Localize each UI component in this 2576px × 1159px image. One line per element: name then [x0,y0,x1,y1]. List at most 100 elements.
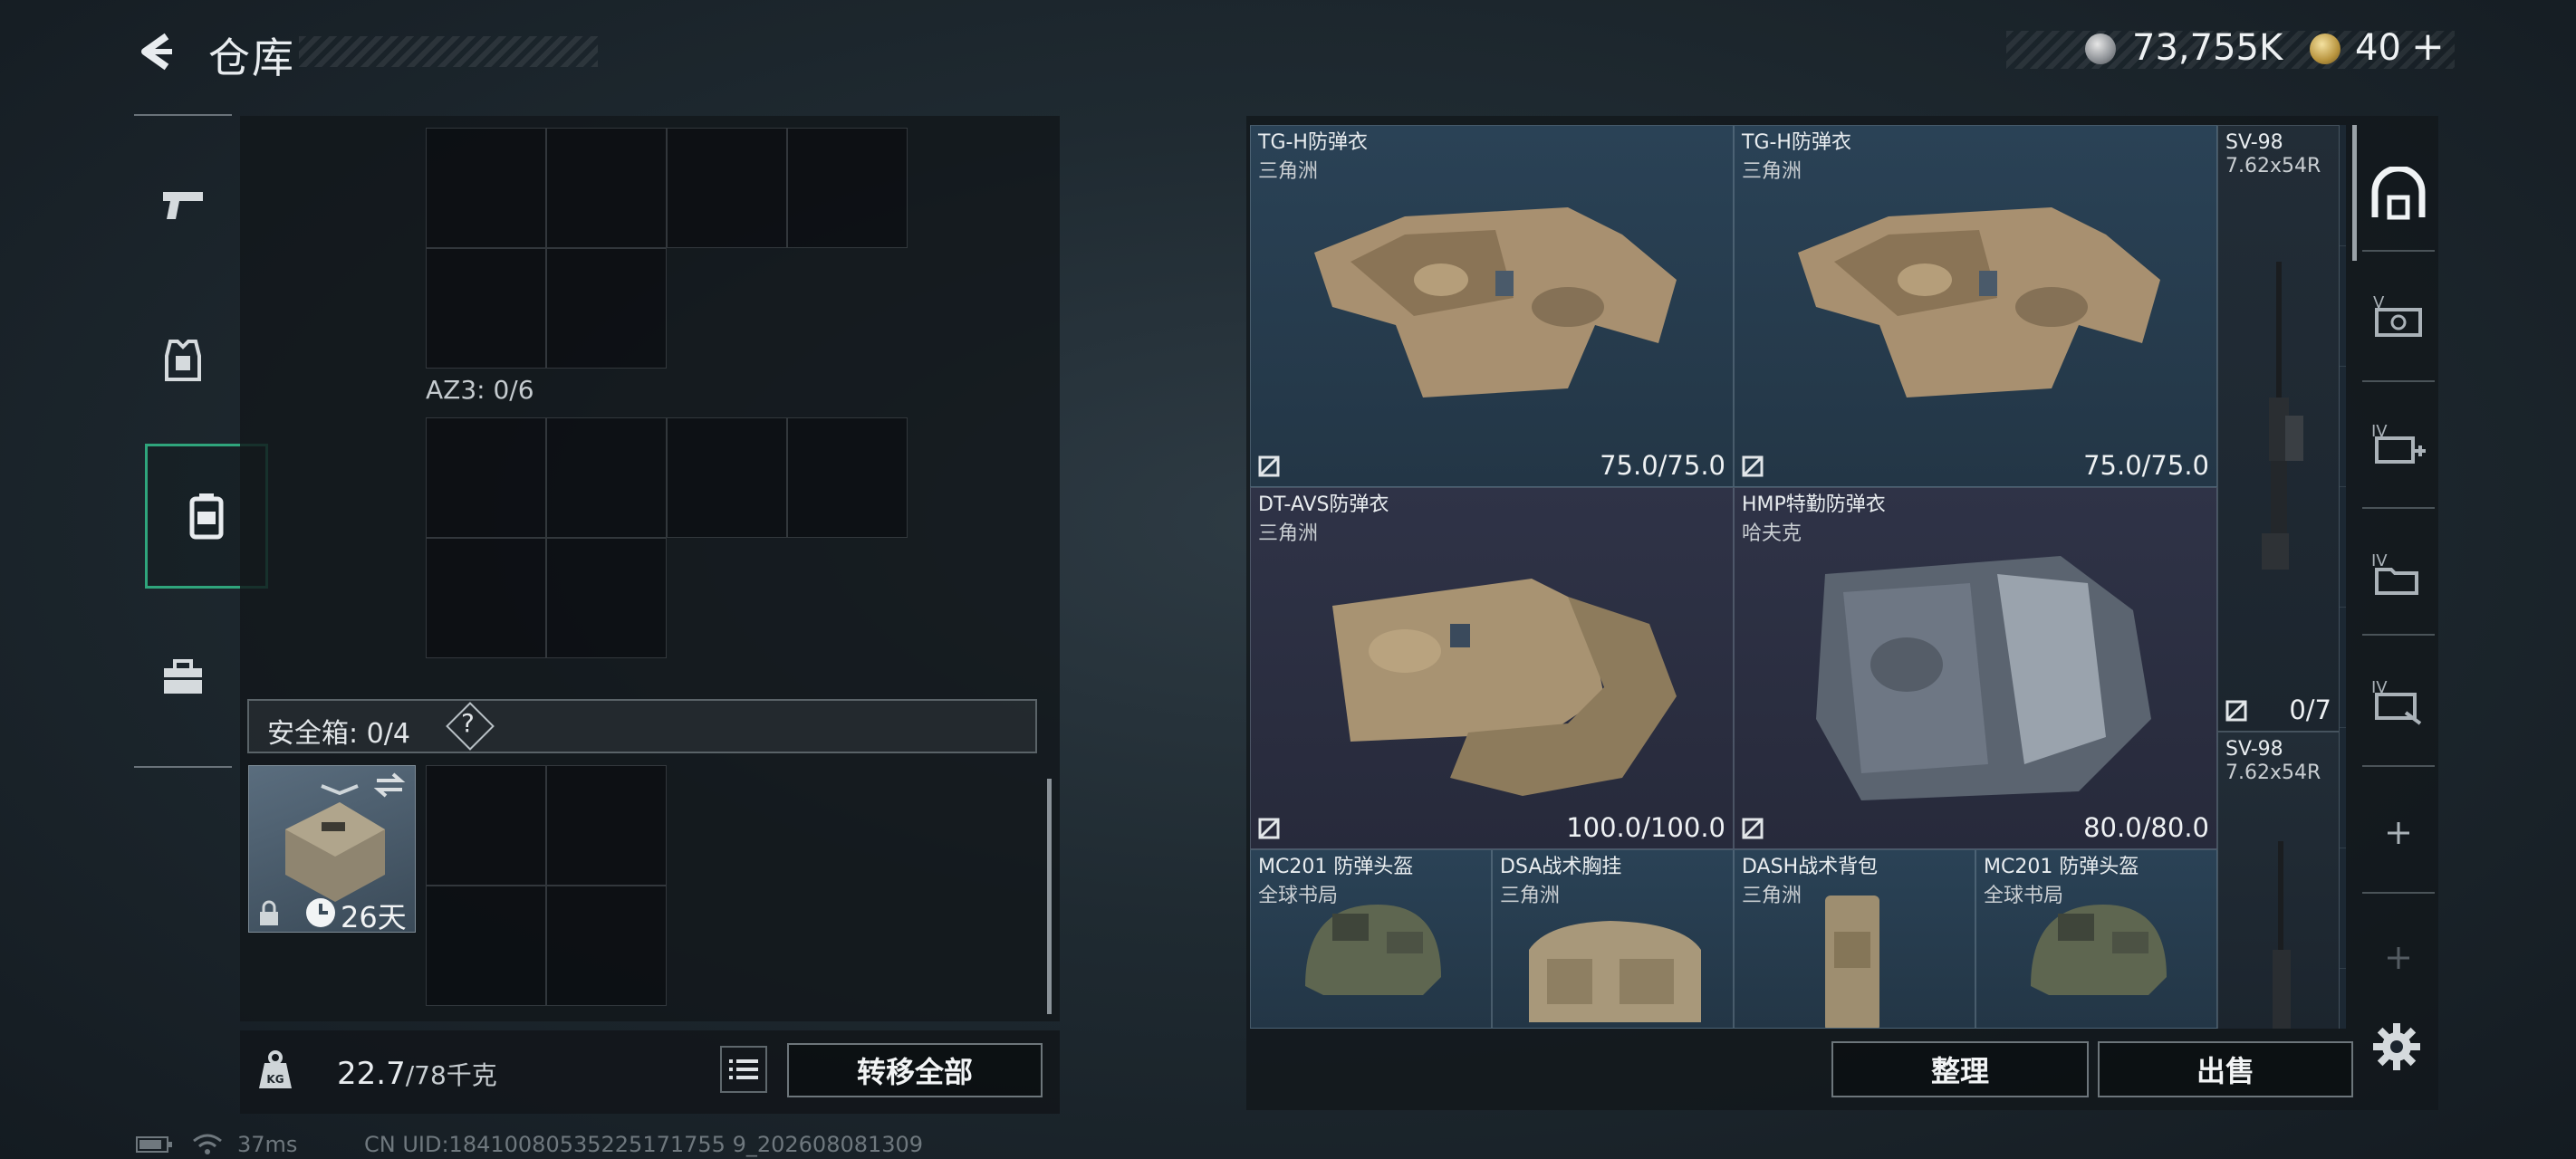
chest-rig-image [1529,921,1701,1022]
stash-item-mc201-helmet-2[interactable]: MC201 防弹头盔 全球书局 [1975,849,2217,1029]
stash-item-mc201-helmet-1[interactable]: MC201 防弹头盔 全球书局 [1250,849,1492,1029]
grid-slot[interactable] [546,128,667,248]
stash-item-hmp-vest[interactable]: HMP特勤防弹衣 哈夫克 80.0/80.0 [1734,487,2217,849]
grid-slot[interactable] [426,538,546,658]
grid-slot[interactable] [426,128,546,248]
grid-slot[interactable] [426,417,546,538]
item-caliber: 7.62x54R [2225,761,2321,784]
safe-case-remaining-days: 26天 [341,900,407,934]
grid-slot[interactable] [546,886,667,1006]
title-decoration [299,36,598,67]
add-stash-tab[interactable] [2362,781,2435,885]
plus-icon [2388,946,2409,969]
sort-button[interactable]: 整理 [1831,1041,2089,1097]
grid-slot[interactable] [546,248,667,369]
item-brand: 哈夫克 [1742,522,1802,545]
item-brand: 三角洲 [1258,160,1319,183]
item-name: DT-AVS防弹衣 [1258,493,1389,516]
item-brand: 全球书局 [1258,885,1339,907]
item-name: TG-H防弹衣 [1258,131,1368,154]
tab-stash-iv-folder[interactable]: IV [2362,521,2435,625]
pistol-icon [163,192,203,219]
stash-item-sv98-1[interactable]: SV-98 7.62x54R 0/7 [2217,125,2340,732]
stash-item-sv98-2[interactable]: SV-98 7.62x54R [2217,732,2340,1029]
left-scrollbar[interactable] [1047,779,1052,1014]
tab-separator [2362,892,2435,894]
unbound-icon [1258,818,1280,839]
sniper-rifle-image [2262,262,2303,570]
weight-current: 22.7 [337,1056,406,1092]
svg-text:KG: KG [266,1073,284,1086]
unbound-icon [1742,455,1764,477]
item-name: TG-H防弹衣 [1742,131,1851,154]
tab-separator [2362,380,2435,382]
grid-slot[interactable] [426,765,546,886]
grid-slot[interactable] [787,128,908,248]
list-view-button[interactable] [720,1046,767,1093]
grid-slot[interactable] [426,886,546,1006]
grid-slot[interactable] [667,128,787,248]
transfer-all-button[interactable]: 转移全部 [787,1043,1043,1097]
item-name: MC201 防弹头盔 [1984,856,2139,878]
item-brand: 三角洲 [1258,522,1319,545]
sell-button[interactable]: 出售 [2098,1041,2353,1097]
stash-grid: TG-H防弹衣 三角洲 75.0/75.0 TG-H防弹衣 三角洲 75.0/7… [1250,125,2346,1029]
armor-vest-image [1314,207,1677,398]
tab-stash-v[interactable]: V [2362,263,2435,367]
silver-coin-icon [2085,34,2116,64]
stash-item-dsa-rig[interactable]: DSA战术胸挂 三角洲 [1492,849,1734,1029]
grid-slot[interactable] [426,248,546,369]
home-vault-icon [2371,166,2426,219]
list-icon [729,1059,758,1079]
grid-slot[interactable] [667,417,787,538]
settings-gear-icon[interactable] [2371,1021,2422,1072]
grid-slot[interactable] [546,417,667,538]
tab-separator [2362,507,2435,509]
grid-slot[interactable] [787,417,908,538]
item-brand: 三角洲 [1742,885,1802,907]
stash-item-dtavs-vest[interactable]: DT-AVS防弹衣 三角洲 100.0/100.0 [1250,487,1734,849]
item-name: MC201 防弹头盔 [1258,856,1414,878]
clock-icon [306,898,335,927]
toolbox-icon [164,659,202,694]
safe-box-label: 安全箱: 0/4 [267,718,410,750]
item-durability: 75.0/75.0 [2083,450,2209,481]
svg-text:IV: IV [2371,551,2388,570]
sniper-rifle-image [2273,841,2291,1029]
help-text: ? [461,708,475,738]
grid-slot[interactable] [546,538,667,658]
item-name: HMP特勤防弹衣 [1742,493,1886,516]
item-durability: 100.0/100.0 [1566,812,1725,843]
stash-item-tgh-vest-1[interactable]: TG-H防弹衣 三角洲 75.0/75.0 [1250,125,1734,487]
add-gold-button[interactable]: + [2411,24,2445,70]
item-ammo-count: 0/7 [2289,694,2331,725]
rig-capacity-label: AZ3: 0/6 [426,375,534,405]
armor-vest-image [1332,579,1677,796]
tab-iv-medkit-icon: IV [2371,422,2426,464]
stash-item-dash-backpack[interactable]: DASH战术背包 三角洲 [1734,849,1975,1029]
unbound-icon [1258,455,1280,477]
item-durability: 80.0/80.0 [2083,812,2209,843]
stash-scrollbar[interactable] [2352,125,2357,261]
unbound-icon [2225,700,2247,722]
add-stash-tab-disabled [2362,905,2435,1010]
grid-slot[interactable] [546,765,667,886]
back-arrow-icon[interactable] [136,31,178,72]
tab-separator [2362,634,2435,636]
backpack-image [1825,896,1879,1028]
nav-weapons[interactable] [134,132,232,277]
swap-icon[interactable] [373,771,406,799]
armor-vest-image [1816,556,2151,800]
tab-separator [2362,765,2435,767]
item-caliber: 7.62x54R [2225,155,2321,177]
nav-toolbox[interactable] [134,605,232,750]
item-durability: 75.0/75.0 [1600,450,1725,481]
gold-coin-icon [2310,34,2341,64]
nav-armor[interactable] [134,288,232,433]
tab-stash-iv-arrow[interactable]: IV [2362,647,2435,752]
item-brand: 三角洲 [1742,160,1802,183]
tab-home-vault[interactable] [2362,141,2435,245]
wifi-icon [193,1134,222,1154]
tab-stash-iv-medical[interactable]: IV [2362,391,2435,495]
stash-item-tgh-vest-2[interactable]: TG-H防弹衣 三角洲 75.0/75.0 [1734,125,2217,487]
